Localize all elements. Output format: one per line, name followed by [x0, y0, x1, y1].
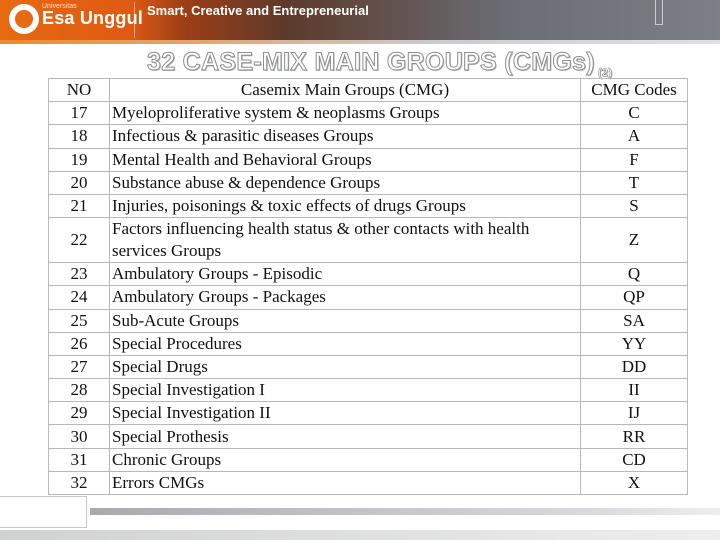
table-row: 18 Infectious & parasitic diseases Groups…: [48, 124, 688, 149]
row-code: Q: [580, 262, 688, 287]
header-divider: [134, 2, 135, 38]
row-no: 21: [48, 193, 110, 219]
footer-decor-box: [0, 496, 87, 528]
table-row: 20 Substance abuse & dependence Groups T: [48, 170, 688, 195]
row-name: Infectious & parasitic diseases Groups: [109, 124, 581, 149]
row-code: II: [580, 378, 688, 403]
cmg-table: NO Casemix Main Groups (CMG) CMG Codes 1…: [48, 77, 688, 496]
row-code: QP: [580, 285, 688, 310]
row-code: YY: [580, 331, 688, 356]
table-row: 31 Chronic Groups CD: [48, 447, 688, 472]
header-no: NO: [48, 77, 110, 103]
slide-title-main: 32 CASE-MIX MAIN GROUPS (CMGs): [147, 48, 596, 77]
row-no: 26: [48, 331, 110, 356]
row-no: 20: [48, 170, 110, 195]
table-row: 19 Mental Health and Behavioral Groups F: [48, 147, 688, 172]
table-row: 24 Ambulatory Groups - Packages QP: [48, 285, 688, 310]
row-no: 29: [48, 401, 110, 426]
table-header-row: NO Casemix Main Groups (CMG) CMG Codes: [48, 77, 688, 103]
row-code: T: [580, 170, 688, 195]
row-name: Special Prothesis: [109, 424, 581, 449]
row-no: 28: [48, 378, 110, 403]
table-row: 26 Special Procedures YY: [48, 331, 688, 356]
footer-line: [90, 508, 720, 515]
row-no: 19: [48, 147, 110, 172]
row-name: Special Investigation I: [109, 378, 581, 403]
header-accent-line: [0, 40, 720, 44]
table-row: 30 Special Prothesis RR: [48, 424, 688, 449]
row-no: 32: [48, 470, 110, 496]
table-row: 29 Special Investigation II IJ: [48, 401, 688, 426]
row-code: RR: [580, 424, 688, 449]
row-name: Chronic Groups: [109, 447, 581, 472]
table-row: 23 Ambulatory Groups - Episodic Q: [48, 262, 688, 287]
row-name: Substance abuse & dependence Groups: [109, 170, 581, 195]
row-code: IJ: [580, 401, 688, 426]
header-tagline: Smart, Creative and Entrepreneurial: [147, 3, 369, 18]
slide-title: 32 CASE-MIX MAIN GROUPS (CMGs) (2): [147, 48, 613, 80]
row-name: Special Procedures: [109, 331, 581, 356]
row-code: A: [580, 124, 688, 149]
row-no: 17: [48, 101, 110, 126]
row-no: 18: [48, 124, 110, 149]
row-name: Special Investigation II: [109, 401, 581, 426]
header-name: Casemix Main Groups (CMG): [109, 77, 581, 103]
row-name: Special Drugs: [109, 354, 581, 380]
logo-text: Esa Unggul: [42, 8, 144, 28]
table-row: 28 Special Investigation I II: [48, 378, 688, 403]
row-name: Ambulatory Groups - Packages: [109, 285, 581, 310]
row-no: 30: [48, 424, 110, 449]
row-name: Myeloproliferative system & neoplasms Gr…: [109, 101, 581, 126]
row-code: CD: [580, 447, 688, 472]
row-code: SA: [580, 308, 688, 333]
table-row: 21 Injuries, poisonings & toxic effects o…: [48, 193, 688, 219]
row-code: DD: [580, 354, 688, 380]
row-no: 31: [48, 447, 110, 472]
row-no: 23: [48, 262, 110, 287]
row-no: 24: [48, 285, 110, 310]
table-row: 32 Errors CMGs X: [48, 470, 688, 496]
cmg-table-body: NO Casemix Main Groups (CMG) CMG Codes 1…: [48, 77, 688, 496]
logo-inner-mark: [15, 10, 33, 28]
row-code: S: [580, 193, 688, 219]
row-code: Z: [580, 217, 688, 264]
row-name: Injuries, poisonings & toxic effects of …: [109, 193, 581, 219]
row-name: Mental Health and Behavioral Groups: [109, 147, 581, 172]
footer-bar: [0, 530, 720, 540]
row-code: F: [580, 147, 688, 172]
row-no: 22: [48, 217, 110, 264]
table-row: 17 Myeloproliferative system & neoplasms …: [48, 101, 688, 126]
university-logo-icon: [9, 4, 39, 34]
row-name: Factors influencing health status & othe…: [109, 217, 581, 264]
row-name: Errors CMGs: [109, 470, 581, 496]
row-no: 27: [48, 354, 110, 380]
header-code: CMG Codes: [580, 77, 688, 103]
row-name: Ambulatory Groups - Episodic: [109, 262, 581, 287]
header-decor-box: [655, 0, 663, 25]
row-name: Sub-Acute Groups: [109, 308, 581, 333]
row-code: X: [580, 470, 688, 496]
row-no: 25: [48, 308, 110, 333]
table-row: 27 Special Drugs DD: [48, 354, 688, 380]
row-code: C: [580, 101, 688, 126]
table-row: 22 Factors influencing health status & ot…: [48, 217, 688, 264]
table-row: 25 Sub-Acute Groups SA: [48, 308, 688, 333]
